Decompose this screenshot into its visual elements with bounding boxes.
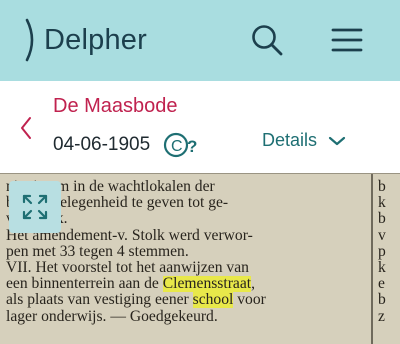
app-header: Delpher <box>0 0 400 81</box>
adjacent-column-fragment: b <box>378 210 386 228</box>
adjacent-column-fragment: v <box>378 226 386 244</box>
scan-text-fragment: , <box>251 276 255 293</box>
document-info-bar: De Maasbode 04-06-1905 C ? Details <box>0 81 400 173</box>
fullscreen-button[interactable] <box>9 181 61 233</box>
scan-text-line: een binnenterrein aan de Clemensstraat, <box>6 276 368 293</box>
publication-date: 04-06-1905 <box>53 134 151 155</box>
menu-button[interactable] <box>331 27 363 53</box>
publication-title: De Maasbode <box>53 95 178 117</box>
chevron-left-icon <box>21 117 31 139</box>
delpher-logo[interactable]: Delpher <box>24 18 147 62</box>
search-icon <box>252 25 283 56</box>
scan-adjacent-column: bkbvpkebz <box>378 178 400 325</box>
svg-text:C: C <box>171 138 183 155</box>
adjacent-column-fragment: p <box>378 242 386 260</box>
scan-text-fragment: VII. Het voorstel tot het aanwijzen van <box>6 260 249 277</box>
copyright-status-badge[interactable]: C ? <box>163 131 201 159</box>
scan-text-fragment: een binnenterrein aan de <box>6 276 163 293</box>
scan-text-line: lager onderwijs. — Goedgekeurd. <box>6 309 368 325</box>
copyright-unknown-icon: C ? <box>163 132 197 158</box>
logo-bracket-icon <box>25 18 34 62</box>
adjacent-column-fragment: z <box>378 307 385 325</box>
adjacent-column-fragment: e <box>378 275 385 293</box>
adjacent-column-fragment: k <box>378 259 386 277</box>
chevron-down-icon <box>328 136 346 145</box>
expand-icon <box>22 194 48 220</box>
scan-text-fragment: lager onderwijs. — Goedgekeurd. <box>6 308 218 325</box>
scan-text-line: VII. Het voorstel tot het aanwijzen van <box>6 260 368 276</box>
details-label: Details <box>262 130 318 150</box>
scan-text-fragment: als plaats van vestiging eener <box>6 292 193 309</box>
scan-text-line: als plaats van vestiging eener school vo… <box>6 292 368 309</box>
scan-text-fragment: voor <box>233 292 266 309</box>
adjacent-column-fragment: b <box>378 178 386 195</box>
column-divider <box>371 174 373 344</box>
logo-text: Delpher <box>44 23 147 56</box>
details-toggle[interactable]: Details <box>262 130 347 151</box>
adjacent-column-fragment: k <box>378 194 386 212</box>
scan-text-fragment: pen met 33 tegen 4 stemmen. <box>6 243 189 260</box>
svg-text:?: ? <box>187 137 197 156</box>
adjacent-column-fragment: b <box>378 291 386 309</box>
search-hit-highlight[interactable]: school <box>192 292 234 309</box>
hamburger-menu-icon <box>331 28 363 52</box>
scan-text-line: pen met 33 tegen 4 stemmen. <box>6 244 368 260</box>
search-button[interactable] <box>250 23 284 57</box>
search-hit-highlight[interactable]: Clemensstraat <box>162 276 252 293</box>
back-button[interactable] <box>18 116 34 140</box>
